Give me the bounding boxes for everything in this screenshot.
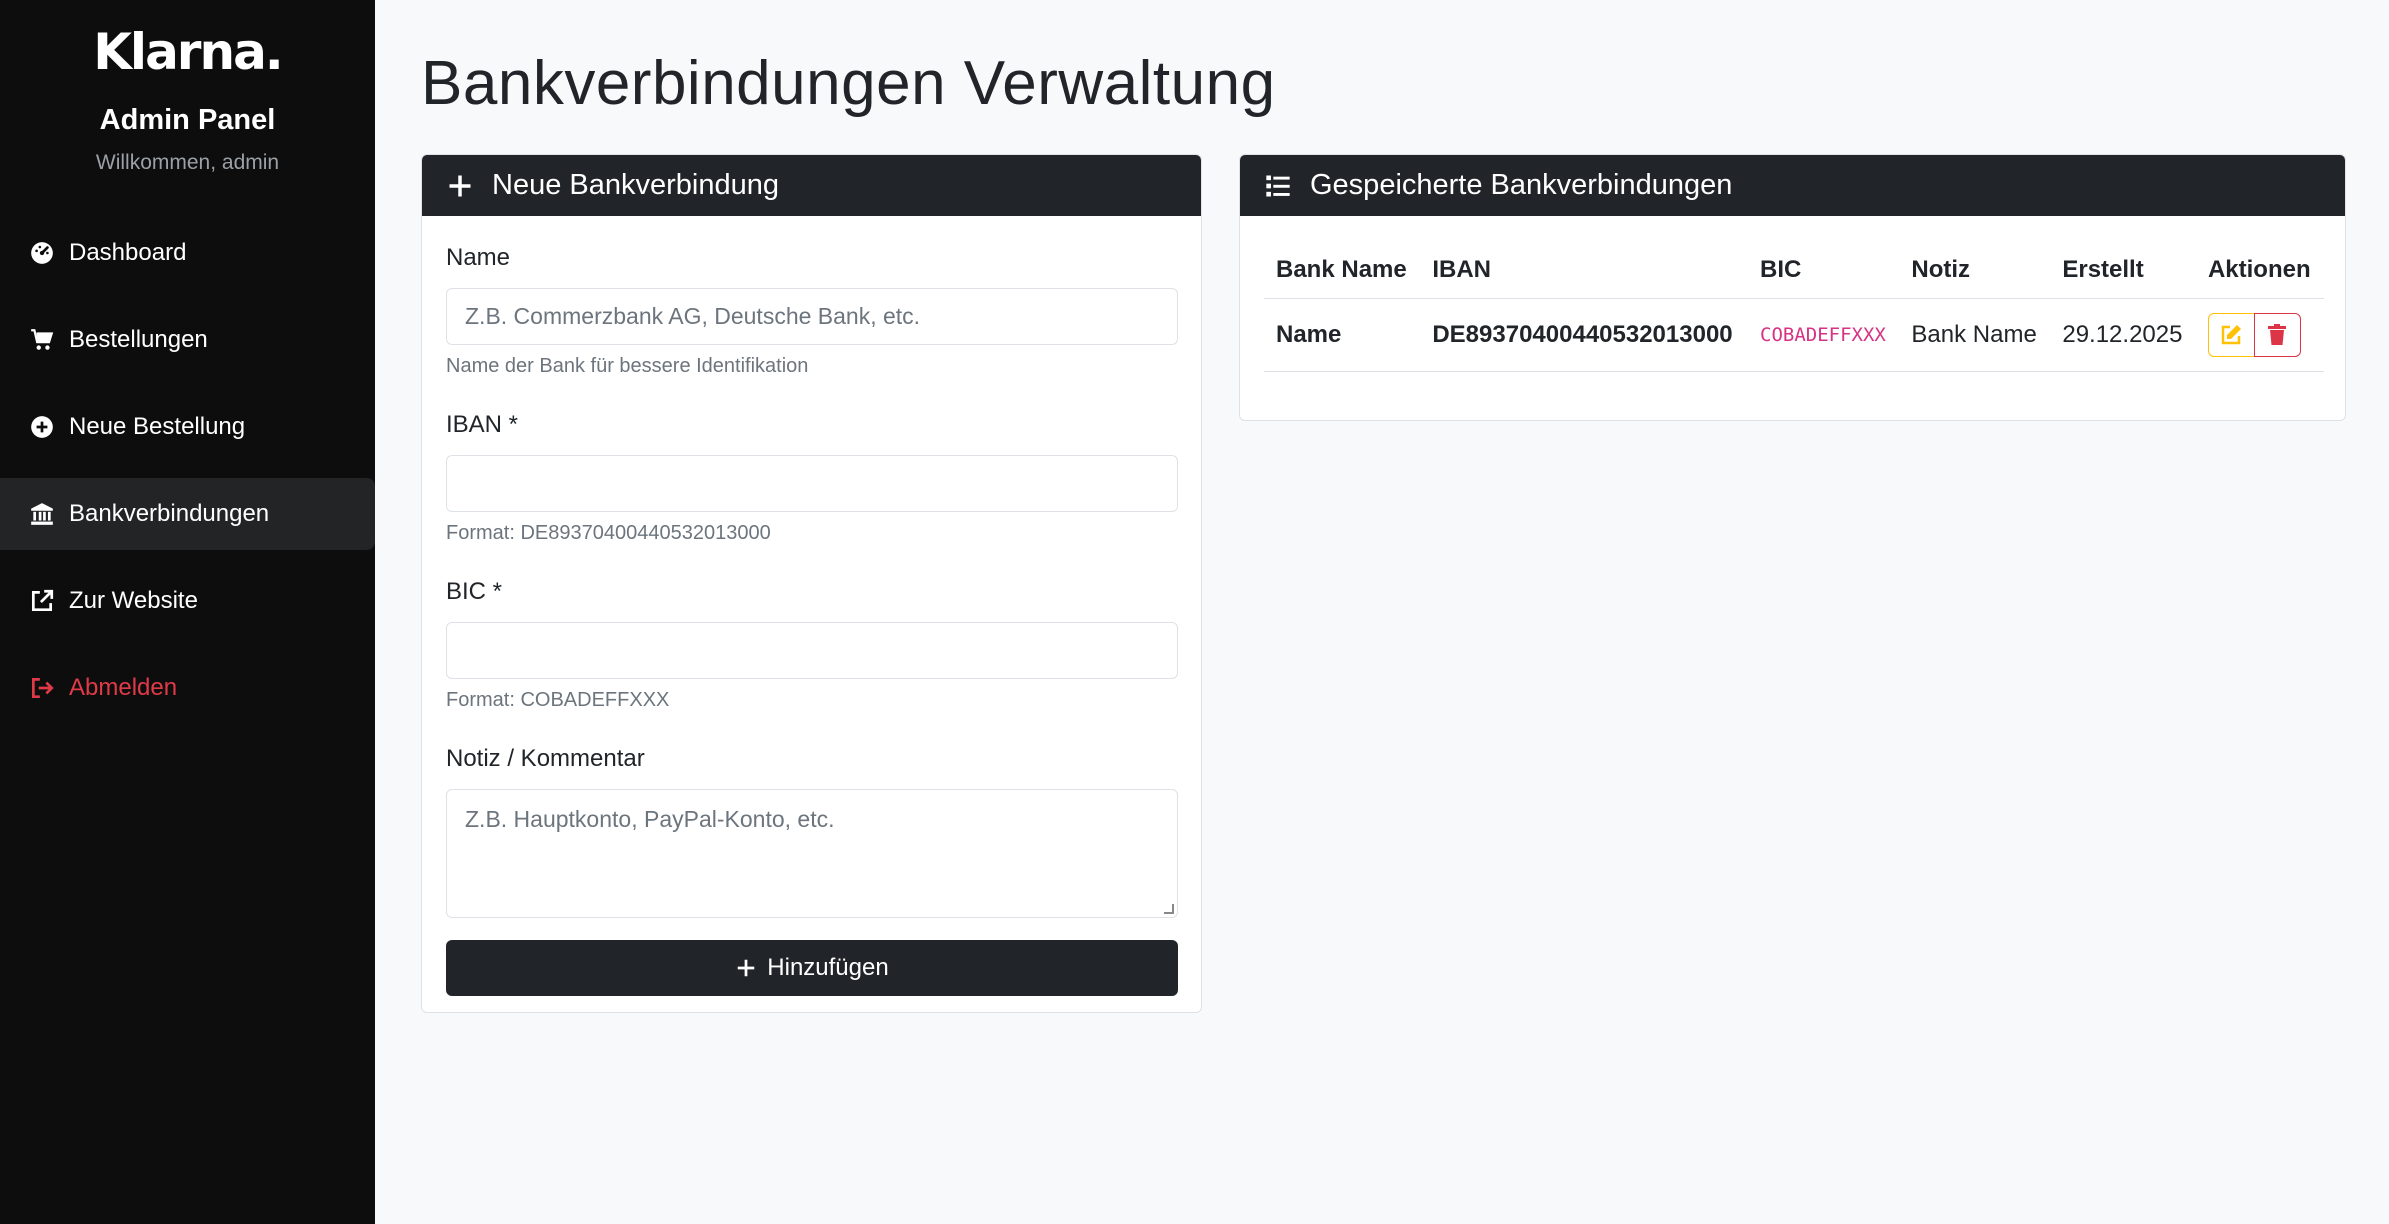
column-header-actions: Aktionen: [2195, 238, 2324, 299]
dashboard-icon: [29, 240, 55, 266]
sidebar-item-bank-accounts[interactable]: Bankverbindungen: [0, 478, 375, 550]
cell-bic: COBADEFFXXX: [1748, 298, 1900, 372]
column-header-created: Erstellt: [2050, 238, 2196, 299]
column-header-bank-name: Bank Name: [1264, 238, 1421, 299]
column-header-bic: BIC: [1748, 238, 1900, 299]
card-header: Gespeicherte Bankverbindungen: [1240, 155, 2345, 216]
cell-created: 29.12.2025: [2050, 298, 2196, 372]
table-wrapper: Bank Name IBAN BIC Notiz Erstellt Aktion…: [1240, 216, 2345, 372]
sidebar-item-logout[interactable]: Abmelden: [0, 652, 375, 724]
name-input[interactable]: Z.B. Commerzbank AG, Deutsche Bank, etc.: [446, 288, 1178, 345]
sidebar-item-label: Bankverbindungen: [69, 500, 270, 527]
sidebar-item-new-order[interactable]: Neue Bestellung: [0, 391, 375, 463]
sidebar-item-website[interactable]: Zur Website: [0, 565, 375, 637]
external-link-icon: [29, 588, 55, 614]
sidebar-nav: Dashboard Bestellungen Neue Bestellung B…: [0, 217, 375, 724]
table-row: Name DE89370400440532013000 COBADEFFXXX …: [1264, 298, 2324, 372]
note-textarea[interactable]: Z.B. Hauptkonto, PayPal-Konto, etc.: [446, 789, 1178, 918]
sidebar-item-dashboard[interactable]: Dashboard: [0, 217, 375, 289]
row-actions: [2207, 313, 2312, 357]
cell-note: Bank Name: [1899, 298, 2051, 372]
bank-icon: [29, 501, 55, 527]
list-icon: [1264, 172, 1292, 200]
bic-help: Format: COBADEFFXXX: [446, 689, 670, 711]
bic-group: BIC * Format: COBADEFFXXX: [446, 578, 1178, 712]
name-help: Name der Bank für bessere Identifikation: [446, 355, 809, 377]
bank-account-form: Name Z.B. Commerzbank AG, Deutsche Bank,…: [422, 216, 1201, 996]
cart-icon: [29, 327, 55, 353]
admin-panel-title: Admin Panel: [99, 104, 276, 136]
name-label: Name: [446, 244, 511, 271]
iban-label: IBAN *: [446, 411, 519, 438]
bic-input[interactable]: [446, 622, 1178, 679]
table-header-row: Bank Name IBAN BIC Notiz Erstellt Aktion…: [1264, 238, 2324, 299]
sidebar: Klarna. Admin Panel Willkommen, admin Da…: [0, 0, 375, 1224]
new-bank-account-card: Neue Bankverbindung Name Z.B. Commerzban…: [421, 154, 1202, 1013]
trash-icon: [2268, 324, 2287, 345]
sidebar-item-label: Dashboard: [69, 239, 187, 266]
iban-help: Format: DE89370400440532013000: [446, 522, 771, 544]
resize-handle[interactable]: [1164, 904, 1174, 914]
column-header-note: Notiz: [1899, 238, 2051, 299]
plus-icon: [735, 957, 757, 979]
sidebar-item-orders[interactable]: Bestellungen: [0, 304, 375, 376]
card-header: Neue Bankverbindung: [422, 155, 1201, 216]
card-header-title: Gespeicherte Bankverbindungen: [1310, 169, 1733, 201]
sidebar-item-label: Bestellungen: [69, 326, 208, 353]
plus-circle-icon: [29, 414, 55, 440]
saved-bank-accounts-card: Gespeicherte Bankverbindungen Bank Name …: [1239, 154, 2346, 421]
note-group: Notiz / Kommentar Z.B. Hauptkonto, PayPa…: [446, 745, 1178, 918]
column-header-iban: IBAN: [1420, 238, 1749, 299]
plus-icon: [446, 172, 474, 200]
brand: Klarna. Admin Panel Willkommen, admin: [0, 0, 375, 175]
add-button-label: Hinzufügen: [767, 954, 889, 981]
name-group: Name Z.B. Commerzbank AG, Deutsche Bank,…: [446, 244, 1178, 378]
card-header-title: Neue Bankverbindung: [492, 169, 779, 201]
bank-accounts-table: Bank Name IBAN BIC Notiz Erstellt Aktion…: [1264, 238, 2324, 372]
iban-input[interactable]: [446, 455, 1178, 512]
sidebar-item-label: Abmelden: [69, 674, 178, 701]
cell-actions: [2195, 298, 2324, 372]
page-title: Bankverbindungen Verwaltung: [421, 49, 1276, 118]
note-placeholder: Z.B. Hauptkonto, PayPal-Konto, etc.: [465, 806, 835, 832]
main-content: Bankverbindungen Verwaltung Neue Bankver…: [375, 0, 2389, 1224]
cell-bank-name: Name: [1264, 298, 1421, 372]
bic-label: BIC *: [446, 578, 503, 605]
sidebar-item-label: Zur Website: [69, 587, 198, 614]
edit-icon: [2222, 325, 2242, 345]
add-bank-account-button[interactable]: Hinzufügen: [446, 940, 1178, 996]
delete-button[interactable]: [2253, 313, 2301, 357]
edit-button[interactable]: [2207, 313, 2255, 357]
logout-icon: [29, 675, 55, 701]
cell-iban: DE89370400440532013000: [1420, 298, 1749, 372]
klarna-logo[interactable]: Klarna.: [0, 26, 375, 78]
sidebar-item-label: Neue Bestellung: [69, 413, 246, 440]
iban-group: IBAN * Format: DE89370400440532013000: [446, 411, 1178, 545]
note-label: Notiz / Kommentar: [446, 745, 645, 772]
welcome-text: Willkommen, admin: [95, 151, 280, 174]
